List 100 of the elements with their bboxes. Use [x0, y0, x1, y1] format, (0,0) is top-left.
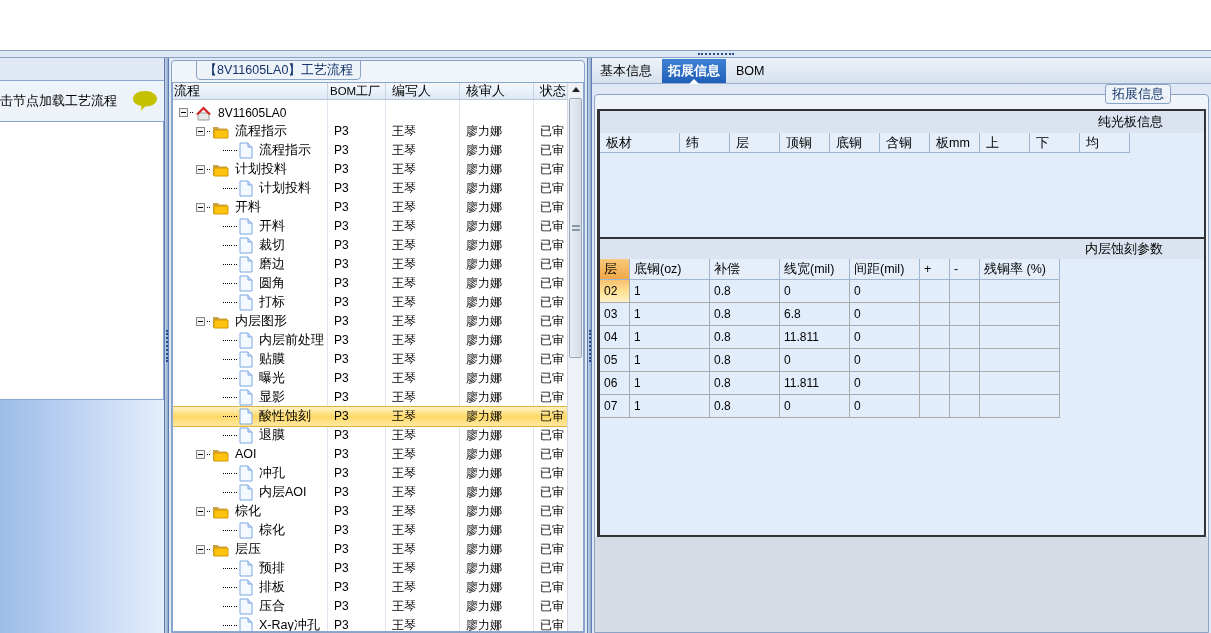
tree-row[interactable]: 计划投料 P3 王琴 廖力娜 已审: [173, 179, 567, 198]
tree-node-label: 内层AOI: [259, 484, 307, 502]
column-header[interactable]: 底铜: [830, 133, 880, 153]
speech-bubble-icon: [132, 90, 158, 112]
tree-row[interactable]: 棕化 P3 王琴 廖力娜 已审: [173, 502, 567, 521]
table-cell: 已审: [540, 504, 564, 518]
table-cell: 已审: [540, 618, 564, 631]
tree-row[interactable]: 预排 P3 王琴 廖力娜 已审: [173, 559, 567, 578]
row-header-cell[interactable]: 06: [600, 372, 630, 395]
column-header[interactable]: 下: [1030, 133, 1080, 153]
column-header[interactable]: 层: [600, 259, 630, 280]
tree-row[interactable]: 曝光 P3 王琴 廖力娜 已审: [173, 369, 567, 388]
tab[interactable]: BOM: [730, 59, 771, 83]
collapse-icon[interactable]: [196, 165, 205, 174]
table-cell: 已审: [540, 599, 564, 613]
column-header[interactable]: 核审人: [460, 83, 534, 99]
column-header[interactable]: 纬: [680, 133, 730, 153]
tree-node-label: 圆角: [259, 275, 285, 293]
tree-row[interactable]: 开料 P3 王琴 廖力娜 已审: [173, 217, 567, 236]
collapse-icon[interactable]: [179, 108, 188, 117]
tree-row[interactable]: 裁切 P3 王琴 廖力娜 已审: [173, 236, 567, 255]
column-header[interactable]: BOM工厂: [328, 83, 386, 99]
tree-row[interactable]: 冲孔 P3 王琴 廖力娜 已审: [173, 464, 567, 483]
row-header-cell[interactable]: 02: [600, 280, 630, 303]
tree-row[interactable]: 压合 P3 王琴 廖力娜 已审: [173, 597, 567, 616]
tree-row[interactable]: 打标 P3 王琴 廖力娜 已审: [173, 293, 567, 312]
column-header[interactable]: 残铜率 (%): [980, 259, 1060, 280]
column-header[interactable]: 含铜: [880, 133, 930, 153]
tree-row[interactable]: 酸性蚀刻 P3 王琴 廖力娜 已审: [173, 407, 567, 426]
row-header-cell[interactable]: 07: [600, 395, 630, 418]
column-header[interactable]: -: [950, 259, 980, 280]
collapse-icon[interactable]: [196, 450, 205, 459]
tree-row[interactable]: 贴膜 P3 王琴 廖力娜 已审: [173, 350, 567, 369]
tree-row[interactable]: 开料 P3 王琴 廖力娜 已审: [173, 198, 567, 217]
table-cell: 11.811: [780, 372, 850, 395]
row-header-cell[interactable]: 05: [600, 349, 630, 372]
tree-node-label: 棕化: [259, 522, 285, 540]
tree-row[interactable]: 内层AOI P3 王琴 廖力娜 已审: [173, 483, 567, 502]
collapse-icon[interactable]: [196, 317, 205, 326]
row-header-cell[interactable]: 03: [600, 303, 630, 326]
tree-row[interactable]: 圆角 P3 王琴 廖力娜 已审: [173, 274, 567, 293]
splitter-handle[interactable]: [588, 329, 591, 362]
document-icon: [239, 332, 253, 349]
column-header[interactable]: +: [920, 259, 950, 280]
column-header[interactable]: 层: [730, 133, 780, 153]
table-cell: 王琴: [392, 485, 416, 499]
tree-row[interactable]: 层压 P3 王琴 廖力娜 已审: [173, 540, 567, 559]
column-header[interactable]: 均: [1080, 133, 1130, 153]
tree-row[interactable]: 流程指示 P3 王琴 廖力娜 已审: [173, 122, 567, 141]
collapse-icon[interactable]: [196, 127, 205, 136]
table-cell: P3: [334, 143, 349, 157]
tab[interactable]: 拓展信息: [662, 59, 726, 83]
splitter-handle[interactable]: [165, 329, 168, 362]
tree-row[interactable]: 内层前处理 P3 王琴 廖力娜 已审: [173, 331, 567, 350]
table-cell: 已审: [540, 485, 564, 499]
column-header[interactable]: 编写人: [386, 83, 460, 99]
column-header[interactable]: 顶铜: [780, 133, 830, 153]
column-header[interactable]: 上: [980, 133, 1030, 153]
tree-row[interactable]: 显影 P3 王琴 廖力娜 已审: [173, 388, 567, 407]
tree-row[interactable]: 磨边 P3 王琴 廖力娜 已审: [173, 255, 567, 274]
tree-row[interactable]: 内层图形 P3 王琴 廖力娜 已审: [173, 312, 567, 331]
tree-row[interactable]: X-Ray冲孔 P3 王琴 廖力娜 已审: [173, 616, 567, 631]
tree-node-label: 流程指示: [259, 142, 311, 160]
tree-node-label: 压合: [259, 598, 285, 616]
tree-row[interactable]: 退膜 P3 王琴 廖力娜 已审: [173, 426, 567, 445]
tree-row[interactable]: 流程指示 P3 王琴 廖力娜 已审: [173, 141, 567, 160]
tree-row[interactable]: AOI P3 王琴 廖力娜 已审: [173, 445, 567, 464]
column-header[interactable]: 补偿: [710, 259, 780, 280]
column-header[interactable]: 底铜(oz): [630, 259, 710, 280]
folder-icon: [212, 314, 229, 329]
table-cell: 廖力娜: [466, 295, 502, 309]
table-cell: 廖力娜: [466, 523, 502, 537]
table-cell: 已审: [540, 314, 564, 328]
collapse-icon[interactable]: [196, 507, 205, 516]
column-header[interactable]: 板mm: [930, 133, 980, 153]
collapse-icon[interactable]: [196, 545, 205, 554]
tree-node-label: 流程指示: [235, 123, 287, 141]
table-cell: 已审: [540, 352, 564, 366]
section-title: 内层蚀刻参数: [1085, 240, 1163, 258]
tree-node-label: 曝光: [259, 370, 285, 388]
table-cell: 廖力娜: [466, 599, 502, 613]
scrollbar-thumb[interactable]: [569, 98, 582, 358]
column-header[interactable]: 流程: [173, 83, 328, 99]
tree-row[interactable]: 棕化 P3 王琴 廖力娜 已审: [173, 521, 567, 540]
collapse-icon[interactable]: [196, 203, 205, 212]
tree-row[interactable]: 排板 P3 王琴 廖力娜 已审: [173, 578, 567, 597]
tree-node-label: 酸性蚀刻: [259, 408, 311, 426]
tree-row[interactable]: 8V11605LA0: [173, 103, 567, 122]
document-icon: [239, 408, 253, 425]
column-header[interactable]: 线宽(mil): [780, 259, 850, 280]
document-icon: [239, 370, 253, 387]
row-header-cell[interactable]: 04: [600, 326, 630, 349]
column-header[interactable]: 板材: [600, 133, 680, 153]
splitter-handle[interactable]: [697, 53, 734, 55]
table-cell: 王琴: [392, 466, 416, 480]
tree-node-label: 打标: [259, 294, 285, 312]
table-cell: 王琴: [392, 200, 416, 214]
tree-row[interactable]: 计划投料 P3 王琴 廖力娜 已审: [173, 160, 567, 179]
tab[interactable]: 基本信息: [594, 59, 658, 83]
column-header[interactable]: 间距(mil): [850, 259, 920, 280]
